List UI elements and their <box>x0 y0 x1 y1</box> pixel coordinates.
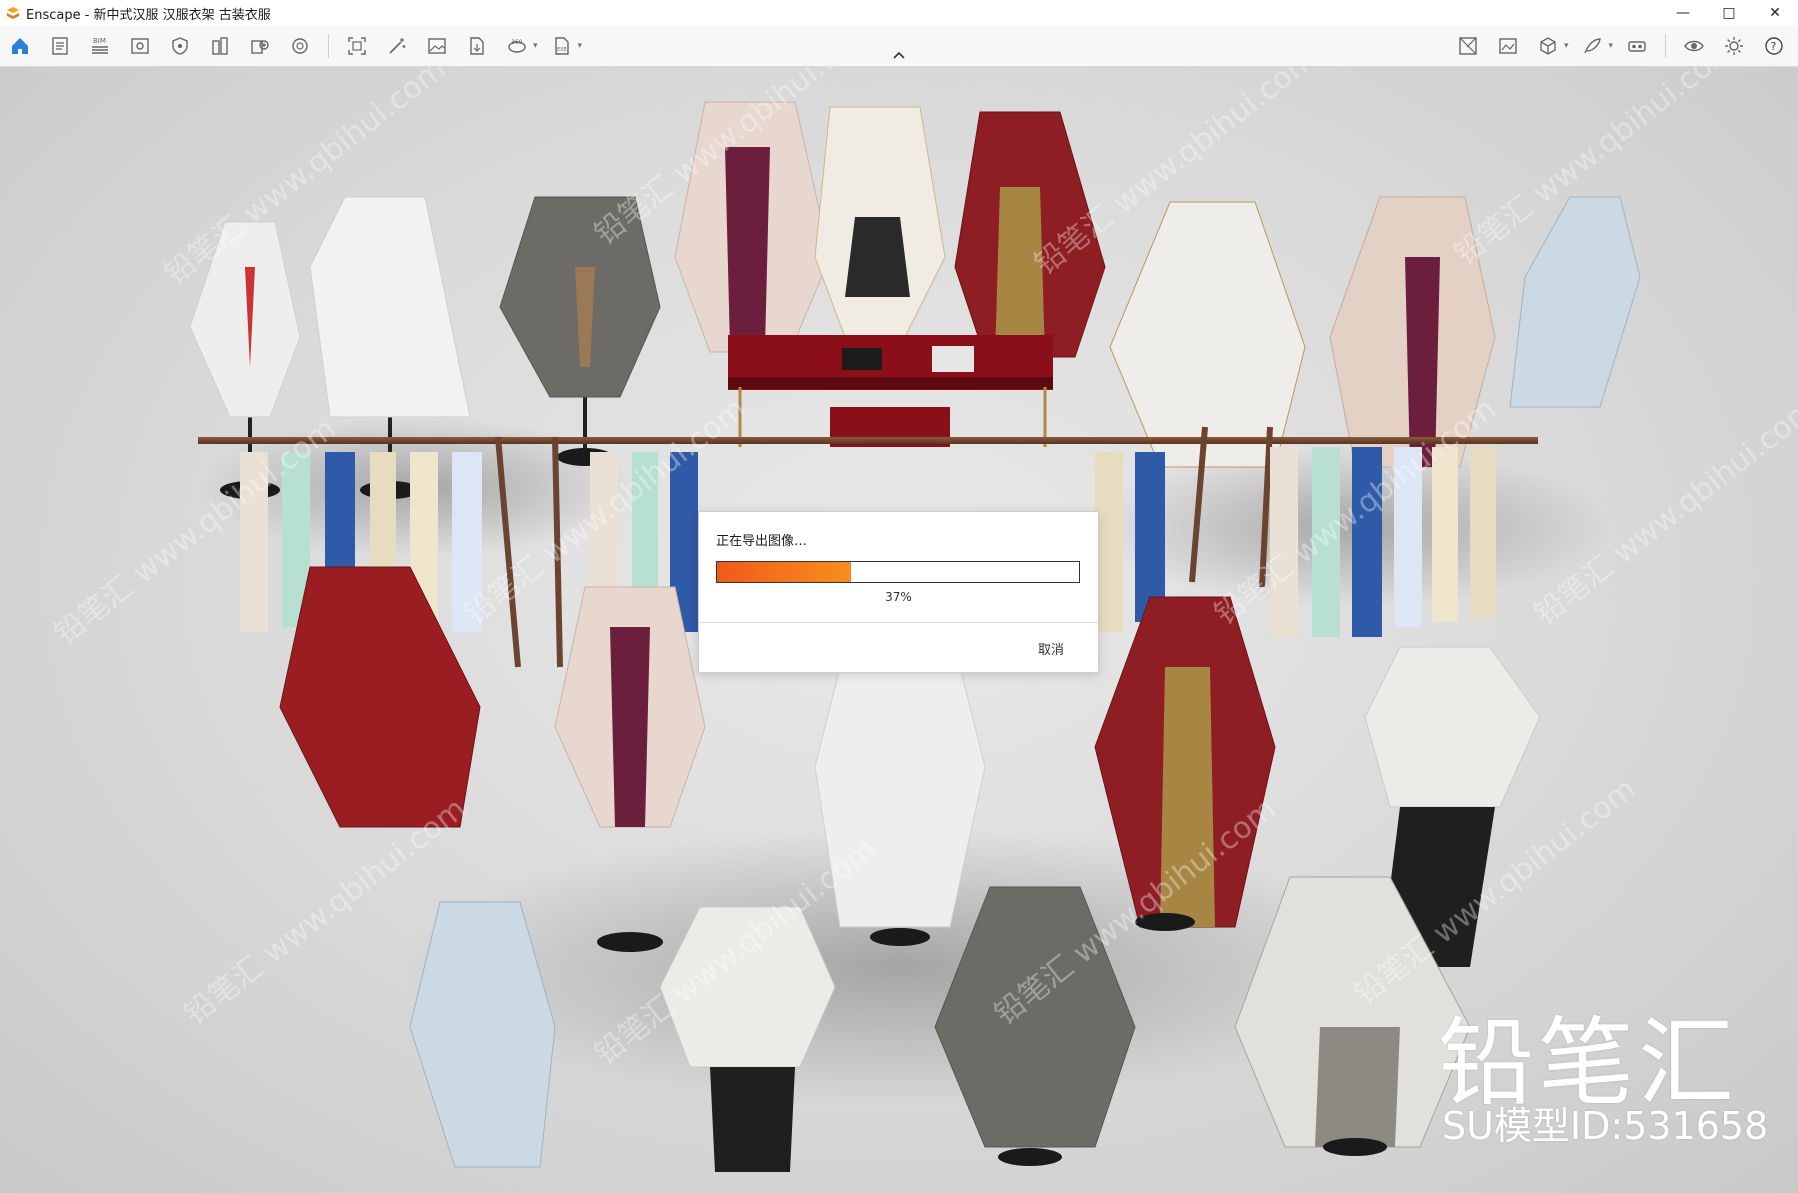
export-exe-icon[interactable]: EXE <box>545 29 579 63</box>
progress-percent-label: 37% <box>885 590 912 604</box>
progress-bar-fill <box>717 562 851 582</box>
window-controls: — □ ✕ <box>1660 0 1798 26</box>
image-icon[interactable] <box>420 29 454 63</box>
maximize-icon[interactable]: □ <box>1706 0 1752 26</box>
cancel-button[interactable]: 取消 <box>1032 637 1070 660</box>
view-icon[interactable] <box>123 29 157 63</box>
enscape-logo-icon <box>7 7 19 19</box>
export-progress-bar <box>716 561 1080 583</box>
panorama-360-icon[interactable]: 360 <box>500 29 534 63</box>
model-id-watermark: SU模型ID:531658 <box>1442 1104 1769 1148</box>
panorama-360-label: 360 <box>511 39 523 46</box>
feather-icon[interactable] <box>1575 29 1609 63</box>
screenshot-icon[interactable] <box>340 29 374 63</box>
shield-icon[interactable] <box>163 29 197 63</box>
vr-headset-icon[interactable] <box>1620 29 1654 63</box>
window-title: Enscape - 新中式汉服 汉服衣架 古装衣服 <box>26 7 271 23</box>
display-table <box>728 335 1053 447</box>
gallery-icon[interactable] <box>1491 29 1525 63</box>
dialog-divider <box>699 622 1098 623</box>
bim-icon[interactable]: BIM <box>83 29 117 63</box>
minimize-icon[interactable]: — <box>1660 0 1706 26</box>
eye-icon[interactable] <box>1677 29 1711 63</box>
building-icon[interactable] <box>203 29 237 63</box>
document-icon[interactable] <box>43 29 77 63</box>
magic-wand-icon[interactable] <box>380 29 414 63</box>
close-icon[interactable]: ✕ <box>1752 0 1798 26</box>
toolbar-right-group: ▾ ▾ ? <box>1448 29 1794 63</box>
export-progress-dialog: 正在导出图像… 37% 取消 <box>698 511 1099 673</box>
dialog-title: 正在导出图像… <box>716 534 808 549</box>
map-icon[interactable] <box>1451 29 1485 63</box>
svg-text:?: ? <box>1771 40 1777 53</box>
cube-icon[interactable] <box>1531 29 1565 63</box>
exe-label: EXE <box>557 47 567 53</box>
atmosphere-icon[interactable] <box>283 29 317 63</box>
bim-label: BIM <box>93 37 106 45</box>
settings-icon[interactable] <box>1717 29 1751 63</box>
asset-library-icon[interactable] <box>243 29 277 63</box>
toolbar-separator <box>328 34 329 58</box>
help-icon[interactable]: ? <box>1757 29 1791 63</box>
title-bar: Enscape - 新中式汉服 汉服衣架 古装衣服 — □ ✕ <box>0 0 1798 26</box>
toolbar-separator <box>1665 34 1666 58</box>
collapse-toolbar-chevron-icon[interactable] <box>889 48 909 62</box>
export-file-icon[interactable] <box>460 29 494 63</box>
home-icon[interactable] <box>3 29 37 63</box>
